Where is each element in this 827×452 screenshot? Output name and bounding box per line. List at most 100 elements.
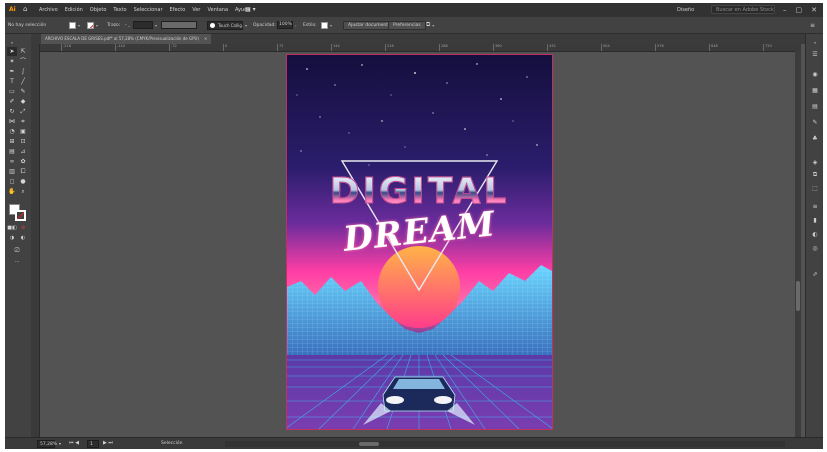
horizontal-scrollbar[interactable]: [225, 441, 785, 447]
panel-collapse-icon[interactable]: »: [7, 38, 17, 47]
scrollbar-thumb[interactable]: [359, 442, 379, 446]
shape-builder-icon[interactable]: ◔: [7, 127, 17, 136]
paintbrush-tool-icon[interactable]: ✎: [18, 87, 28, 96]
stroke-panel-icon[interactable]: ≡: [810, 202, 820, 211]
artboard[interactable]: DIGITAL DREAM: [286, 54, 553, 430]
horizontal-ruler[interactable]: -216 -144 -72 0 72 144 216 288 360 432 5…: [39, 44, 801, 52]
slice-tool-icon[interactable]: ◻: [7, 177, 17, 186]
transparency-panel-icon[interactable]: ◐: [810, 230, 820, 239]
close-tab-icon[interactable]: ✕: [204, 36, 207, 41]
lasso-icon[interactable]: ⌒: [18, 57, 28, 66]
line-tool-icon[interactable]: ╱: [18, 77, 28, 86]
properties-panel-icon[interactable]: ☰: [810, 50, 820, 59]
stroke-none-swatch-icon[interactable]: [87, 21, 94, 29]
zoom-tool-icon[interactable]: ⌕: [18, 187, 28, 196]
eraser-tool-icon[interactable]: ◆: [18, 97, 28, 106]
stroke-weight-field[interactable]: ▾: [133, 17, 157, 33]
first-artboard-icon[interactable]: ⏮ ◀: [69, 440, 79, 446]
maximize-icon[interactable]: ▢: [796, 4, 803, 16]
chevron-down-icon[interactable]: ▾: [59, 441, 61, 446]
live-paint-icon[interactable]: ▣: [18, 127, 28, 136]
swatches-panel-icon[interactable]: ▤: [810, 102, 820, 111]
scrollbar-thumb[interactable]: [796, 281, 800, 311]
pen-tool-icon[interactable]: ✒: [7, 67, 17, 76]
hand-tool-icon[interactable]: ✋: [7, 187, 17, 196]
curvature-tool-icon[interactable]: ∫: [18, 67, 28, 76]
gradient-panel-icon[interactable]: ▮: [810, 216, 820, 225]
perspective-grid-icon[interactable]: ⊞: [7, 137, 17, 146]
workspace-switcher-icon[interactable]: ▦ ▾: [245, 6, 256, 14]
asset-export-icon[interactable]: ⬚: [810, 184, 820, 193]
brushes-panel-icon[interactable]: ✎: [810, 118, 820, 127]
rotate-tool-icon[interactable]: ↻: [7, 107, 17, 116]
direct-selection-tool-icon[interactable]: ⇱: [18, 47, 28, 56]
vertical-ruler[interactable]: [31, 44, 40, 437]
color-mode-icons[interactable]: ■◧: [7, 224, 17, 233]
none-color-icon[interactable]: ⊘: [18, 224, 28, 233]
stroke-control[interactable]: ▾: [87, 17, 98, 33]
style-swatch[interactable]: ▾: [321, 17, 332, 33]
home-icon[interactable]: ⌂: [23, 5, 32, 14]
arrange-icon[interactable]: ⧉ ▾: [426, 17, 434, 33]
menu-efecto[interactable]: Efecto: [170, 7, 186, 13]
menu-ventana[interactable]: Ventana: [207, 7, 228, 13]
column-graph-icon[interactable]: ▥: [7, 167, 17, 176]
blend-tool-icon[interactable]: ∞: [7, 157, 17, 166]
vertical-scrollbar[interactable]: [795, 51, 801, 437]
chevron-down-icon[interactable]: ▾: [96, 23, 98, 28]
search-input[interactable]: Buscar en Adobe Stock: [711, 5, 775, 14]
workspace-menu[interactable]: Diseño: [677, 6, 694, 14]
appearance-panel-icon[interactable]: ◎: [810, 244, 820, 253]
variable-width-field[interactable]: [161, 17, 197, 33]
draw-mode-icon[interactable]: ◑: [7, 234, 17, 243]
rectangle-tool-icon[interactable]: ▭: [7, 87, 17, 96]
next-artboard-icon[interactable]: ▶ ⏭: [103, 440, 113, 446]
artboard-tool-icon[interactable]: ⧠: [18, 167, 28, 176]
menu-ver[interactable]: Ver: [192, 7, 200, 13]
menu-objeto[interactable]: Objeto: [90, 7, 107, 13]
opacity-value[interactable]: 100%: [277, 21, 293, 29]
illustrator-logo-icon[interactable]: Ai: [9, 6, 19, 14]
artboard-number-field[interactable]: 1: [87, 440, 99, 448]
symbols-panel-icon[interactable]: ♣: [810, 134, 820, 143]
menu-archivo[interactable]: Archivo: [39, 7, 58, 13]
current-tool-status[interactable]: Selección: [161, 441, 182, 447]
menu-edicion[interactable]: Edición: [65, 7, 83, 13]
menu-seleccionar[interactable]: Seleccionar: [134, 7, 163, 13]
color-guide-icon[interactable]: ▦: [810, 86, 820, 95]
edit-toolbar-icon[interactable]: ···: [12, 258, 22, 267]
draw-inside-icon[interactable]: ◐: [18, 234, 28, 243]
type-tool-icon[interactable]: T: [7, 77, 17, 86]
chevron-down-icon[interactable]: ▾: [78, 23, 80, 28]
panel-expand-icon[interactable]: «: [810, 38, 820, 47]
screen-mode-icon[interactable]: ⎚: [12, 246, 22, 255]
artboards-panel-icon[interactable]: ⧉: [810, 170, 820, 179]
brush-definition[interactable]: Touch Callig. ▾: [207, 17, 247, 33]
stroke-weight-stepper[interactable]: ⌃⌄: [124, 17, 131, 33]
panel-menu-icon[interactable]: ≡: [810, 17, 815, 33]
gradient-tool-icon[interactable]: ▤: [7, 147, 17, 156]
symbol-sprayer-icon[interactable]: ✿: [18, 157, 28, 166]
fill-swatch-icon[interactable]: [69, 21, 76, 29]
free-transform-icon[interactable]: ⌗: [18, 117, 28, 126]
zoom-level-field[interactable]: 57,28%: [37, 440, 57, 448]
shaper-tool-icon[interactable]: ✐: [7, 97, 17, 106]
selection-tool-icon[interactable]: ➤: [7, 47, 17, 56]
eyedropper-tool-icon[interactable]: ⊿: [18, 147, 28, 156]
layers-panel-icon[interactable]: ◈: [810, 158, 820, 167]
menu-texto[interactable]: Texto: [113, 7, 126, 13]
scale-tool-icon[interactable]: ⤢: [18, 107, 28, 116]
document-tab[interactable]: ARCHIVO ESCALA DE GRISES.pdf* al 57,28% …: [41, 34, 212, 44]
preferences-button[interactable]: Preferencias: [388, 17, 426, 33]
ellipse-tool-icon[interactable]: ●: [18, 177, 28, 186]
minimize-icon[interactable]: –: [783, 4, 787, 16]
opacity-field[interactable]: 100% ›: [277, 17, 297, 33]
magic-wand-icon[interactable]: ✶: [7, 57, 17, 66]
close-icon[interactable]: ✕: [811, 4, 817, 16]
stroke-color-swatch[interactable]: [15, 210, 26, 221]
mesh-tool-icon[interactable]: ⊡: [18, 137, 28, 146]
fill-control[interactable]: ▾: [69, 17, 80, 33]
color-panel-icon[interactable]: ◉: [810, 70, 820, 79]
export-icon[interactable]: ⇗: [810, 270, 820, 279]
width-tool-icon[interactable]: ⋈: [7, 117, 17, 126]
